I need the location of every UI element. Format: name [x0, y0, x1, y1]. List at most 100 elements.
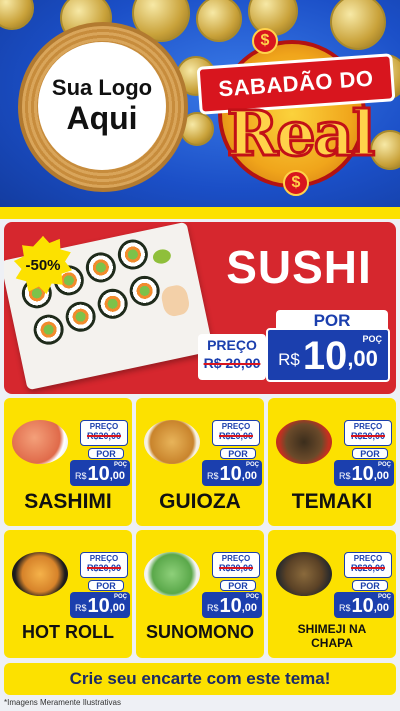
new-price-currency: R$: [338, 603, 351, 613]
new-price-value: 10: [87, 595, 110, 617]
new-price-box: R$ 10 ,00 POÇ: [202, 592, 262, 618]
unit-label: POÇ: [113, 594, 127, 600]
product-image: [276, 420, 332, 464]
gold-coin-icon: [330, 0, 386, 50]
product-name-line1: SHIMEJI NA: [297, 622, 367, 636]
new-price-value: 10: [302, 334, 348, 378]
preco-label: PREÇO: [353, 554, 383, 563]
preco-label: PREÇO: [221, 554, 251, 563]
new-price-box: R$ 10 ,00 POÇ: [202, 460, 262, 486]
por-label-box: POR: [88, 448, 124, 459]
por-label: POR: [228, 580, 248, 591]
footer-disclaimer: *Imagens Meramente Ilustrativas: [4, 698, 121, 707]
logo-line2: Aqui: [66, 99, 138, 136]
product-name: GUIOZA: [159, 490, 241, 513]
old-price: R$20,00: [86, 431, 122, 441]
preco-label: PREÇO: [353, 422, 383, 431]
new-price-value: 10: [351, 595, 374, 617]
unit-label: POÇ: [113, 462, 127, 468]
preco-label: PREÇO: [89, 422, 119, 431]
product-card[interactable]: PREÇO R$20,00 POR R$ 10 ,00 POÇ TEMAKI: [268, 398, 396, 526]
product-image: [12, 420, 68, 464]
new-price-box: R$ 10 ,00 POÇ: [70, 592, 130, 618]
product-image: [12, 552, 68, 596]
product-name: TEMAKI: [291, 490, 373, 513]
new-price-box: R$ 10 ,00 POÇ: [266, 328, 390, 382]
featured-product[interactable]: -50% SUSHI POR PREÇO R$ 20,00 R$ 10 ,00 …: [4, 222, 396, 394]
product-card[interactable]: PREÇO R$20,00 POR R$ 10 ,00 POÇ HOT ROLL: [4, 530, 132, 658]
product-name: SASHIMI: [24, 490, 112, 513]
new-price-value: 10: [351, 463, 374, 485]
new-price-box: R$ 10 ,00 POÇ: [70, 460, 130, 486]
unit-label: POÇ: [245, 462, 259, 468]
preco-label: PREÇO: [221, 422, 251, 431]
old-price: R$20,00: [218, 563, 254, 573]
header-divider: [0, 207, 400, 219]
new-price-box: R$ 10 ,00 POÇ: [334, 592, 394, 618]
new-price-cents: ,00: [241, 470, 258, 482]
old-price: R$20,00: [218, 431, 254, 441]
old-price: R$20,00: [350, 563, 386, 573]
new-price-cents: ,00: [109, 602, 126, 614]
por-label: POR: [96, 448, 116, 459]
unit-label: POÇ: [377, 594, 391, 600]
old-price-box: PREÇO R$20,00: [80, 420, 128, 446]
product-image: [144, 420, 200, 464]
por-label: POR: [360, 448, 380, 459]
new-price-currency: R$: [206, 603, 219, 613]
por-label: POR: [360, 580, 380, 591]
old-price-box: PREÇO R$20,00: [212, 420, 260, 446]
por-label-box: POR: [220, 448, 256, 459]
old-price-box: PREÇO R$20,00: [344, 420, 392, 446]
product-name: SUNOMONO: [146, 622, 254, 642]
new-price-currency: R$: [278, 350, 300, 369]
product-name: HOT ROLL: [22, 622, 114, 642]
new-price-value: 10: [87, 463, 110, 485]
new-price-cents: ,00: [373, 602, 390, 614]
product-card[interactable]: PREÇO R$20,00 POR R$ 10 ,00 POÇ SASHIMI: [4, 398, 132, 526]
old-price-box: PREÇO R$20,00: [212, 552, 260, 578]
old-price-box: PREÇO R$20,00: [344, 552, 392, 578]
por-label-box: POR: [352, 580, 388, 591]
product-card[interactable]: PREÇO R$20,00 POR R$ 10 ,00 POÇ GUIOZA: [136, 398, 264, 526]
logo-line1: Sua Logo: [51, 75, 153, 101]
campaign-title-main-text: Real: [225, 95, 377, 171]
old-price: R$ 20,00: [203, 355, 261, 371]
product-name-line2: CHAPA: [311, 636, 353, 650]
gold-coin-icon: [196, 0, 242, 42]
old-price: R$20,00: [86, 563, 122, 573]
logo-placeholder: Sua Logo Aqui: [38, 42, 166, 170]
new-price-value: 10: [219, 463, 242, 485]
new-price-cents: ,00: [241, 602, 258, 614]
unit-label: POÇ: [245, 594, 259, 600]
new-price-cents: ,00: [347, 346, 378, 371]
new-price-currency: R$: [74, 603, 87, 613]
campaign-title-main: Real: [210, 95, 390, 171]
new-price-value: 10: [219, 595, 242, 617]
dollar-badge-icon: $: [283, 170, 309, 196]
unit-label: POÇ: [362, 334, 382, 344]
product-image: [144, 552, 200, 596]
new-price-cents: ,00: [109, 470, 126, 482]
por-label-box: POR: [352, 448, 388, 459]
new-price-currency: R$: [74, 471, 87, 481]
dollar-badge-icon: $: [252, 28, 278, 54]
product-card[interactable]: PREÇO R$20,00 POR R$ 10 ,00 POÇ SUNOMONO: [136, 530, 264, 658]
new-price-currency: R$: [338, 471, 351, 481]
new-price-currency: R$: [206, 471, 219, 481]
por-label-box: POR: [220, 580, 256, 591]
product-card[interactable]: PREÇO R$20,00 POR R$ 10 ,00 POÇ SHIMEJI …: [268, 530, 396, 658]
preco-label: PREÇO: [89, 554, 119, 563]
unit-label: POÇ: [377, 462, 391, 468]
cta-banner[interactable]: Crie seu encarte com este tema!: [4, 663, 396, 695]
cta-text: Crie seu encarte com este tema!: [69, 669, 331, 688]
por-label: POR: [228, 448, 248, 459]
old-price: R$20,00: [350, 431, 386, 441]
por-label: POR: [96, 580, 116, 591]
old-price-box: PREÇO R$ 20,00: [198, 334, 266, 380]
discount-text: -50%: [25, 256, 61, 274]
new-price-cents: ,00: [373, 470, 390, 482]
new-price-box: R$ 10 ,00 POÇ: [334, 460, 394, 486]
gold-coin-icon: [0, 0, 34, 30]
preco-label: PREÇO: [207, 337, 257, 353]
